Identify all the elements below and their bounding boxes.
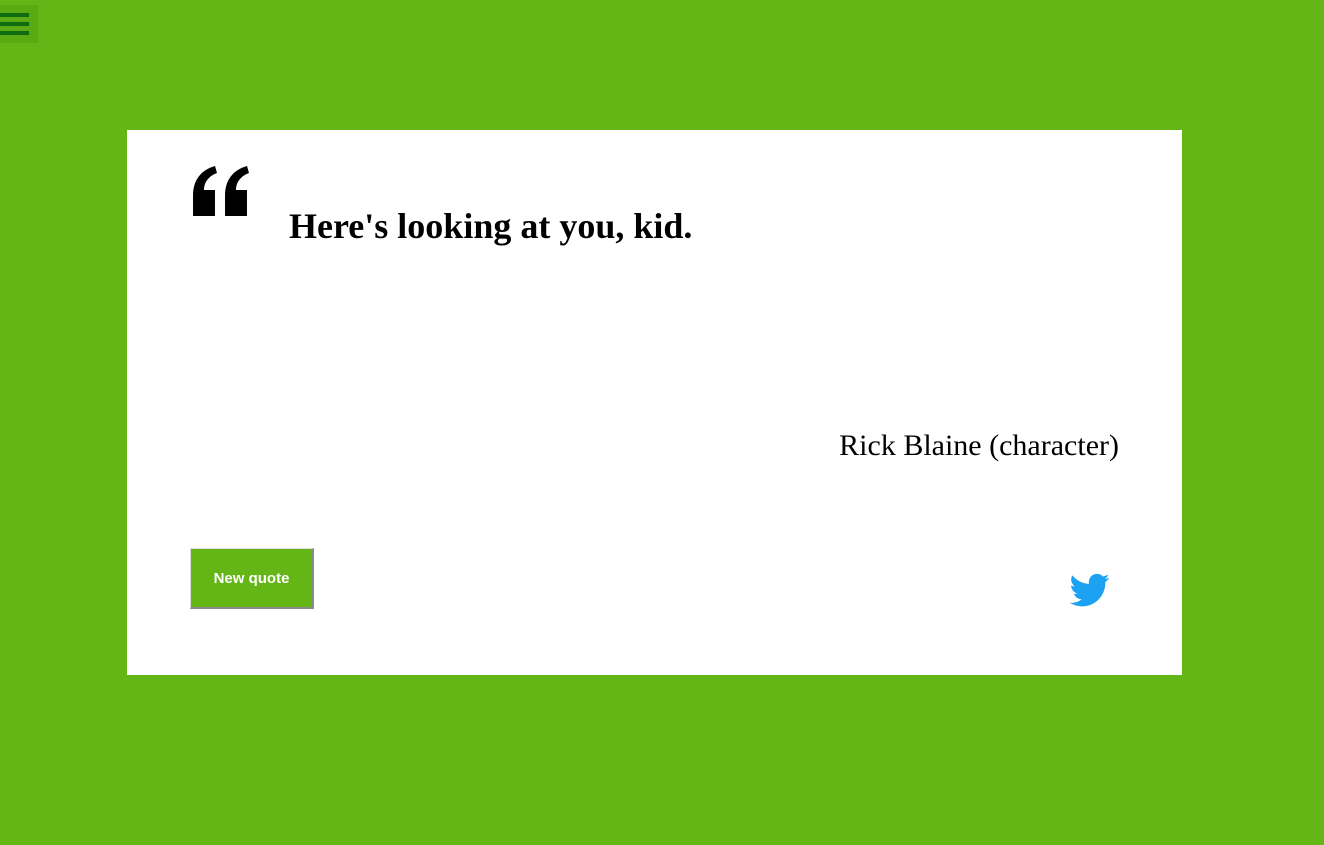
hamburger-menu-icon-bar (0, 22, 29, 26)
tweet-quote-link[interactable] (1067, 570, 1113, 610)
quote-card: Here's looking at you, kid. Rick Blaine … (127, 130, 1182, 675)
opening-quote-icon (193, 166, 249, 216)
quote-author: Rick Blaine (character) (839, 429, 1119, 462)
twitter-bird-icon (1069, 573, 1110, 607)
hamburger-menu-icon-bar (0, 31, 29, 35)
hamburger-menu-button[interactable] (0, 5, 38, 43)
new-quote-button[interactable]: New quote (190, 548, 314, 609)
quote-text: Here's looking at you, kid. (289, 206, 693, 246)
hamburger-menu-icon (0, 13, 29, 17)
